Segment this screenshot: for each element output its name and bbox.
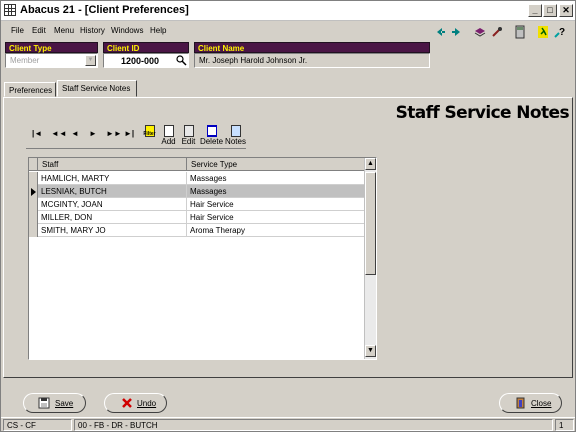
undo-x-icon [122, 398, 132, 408]
table-row[interactable]: LESNIAK, BUTCH Massages [29, 185, 365, 198]
staff-cell: MILLER, DON [38, 211, 187, 224]
notes-icon [230, 125, 241, 137]
edit-label: Edit [181, 137, 196, 146]
client-id-label: Client ID [103, 42, 189, 53]
delete-icon [206, 125, 217, 137]
menu-help[interactable]: Help [150, 26, 166, 35]
service-cell: Hair Service [190, 200, 234, 209]
exit-door-icon [516, 397, 525, 409]
tab-preferences[interactable]: Preferences [4, 82, 56, 97]
service-cell: Aroma Therapy [190, 226, 245, 235]
client-type-field[interactable]: Member ▼ [5, 53, 98, 68]
column-header-service-type[interactable]: Service Type [187, 158, 365, 171]
menu-edit[interactable]: Edit [32, 26, 46, 35]
client-name-value: Mr. Joseph Harold Johnson Jr. [199, 56, 308, 65]
exit-runner-icon[interactable] [536, 25, 550, 39]
staff-service-notes-panel: Staff Service Notes |◄ ◄◄ ◄ ► ►► ►| Filt… [3, 97, 573, 378]
add-document-icon [163, 125, 174, 137]
row-marker [29, 224, 38, 237]
save-disk-icon [38, 397, 50, 409]
edit-button[interactable]: Edit [176, 125, 201, 149]
vertical-scrollbar[interactable]: ▲ ▼ [364, 158, 376, 359]
scroll-up-button[interactable]: ▲ [365, 158, 376, 170]
notes-label: Notes [225, 137, 246, 146]
menu-windows[interactable]: Windows [111, 26, 143, 35]
menu-file[interactable]: File [11, 26, 24, 35]
prev-page-button[interactable]: ◄◄ [51, 129, 67, 138]
table-row[interactable]: SMITH, MARY JO Aroma Therapy [29, 224, 365, 237]
service-cell: Hair Service [190, 213, 234, 222]
window-title: Abacus 21 - [Client Preferences] [20, 4, 189, 16]
undo-label: Undo [137, 399, 157, 408]
column-header-staff[interactable]: Staff [38, 158, 187, 171]
client-id-field[interactable]: 1200-000 [103, 53, 189, 68]
maximize-button[interactable]: □ [543, 4, 557, 17]
scroll-down-button[interactable]: ▼ [365, 345, 376, 357]
row-marker [29, 198, 38, 211]
status-right: 1 [555, 419, 574, 431]
record-navigator: |◄ ◄◄ ◄ ► ►► ►| Filter Add Edit Delete N… [26, 125, 246, 149]
notes-button[interactable]: Notes [223, 125, 248, 149]
book-icon[interactable] [473, 25, 487, 39]
table-row[interactable]: MCGINTY, JOAN Hair Service [29, 198, 365, 211]
next-record-button[interactable]: ► [89, 129, 97, 138]
first-record-button[interactable]: |◄ [32, 129, 42, 138]
minimize-button[interactable]: _ [528, 4, 542, 17]
page-title: Staff Service Notes [395, 103, 570, 123]
status-bar: CS - CF 00 - FB - DR - BUTCH 1 [1, 417, 575, 431]
menu-history[interactable]: History [80, 26, 105, 35]
row-marker [29, 211, 38, 224]
menu-bar: File Edit Menu History Windows Help ? [1, 22, 575, 41]
staff-cell: MCGINTY, JOAN [38, 198, 187, 211]
grid-header: Staff Service Type [29, 158, 365, 171]
title-bar: Abacus 21 - [Client Preferences] _ □ ✕ [1, 1, 575, 21]
client-type-label: Client Type [5, 42, 98, 53]
client-name-label: Client Name [194, 42, 430, 53]
next-page-button[interactable]: ►► [106, 129, 122, 138]
close-window-button[interactable]: ✕ [559, 4, 573, 17]
tab-staff-service-notes[interactable]: Staff Service Notes [57, 80, 137, 97]
scroll-thumb[interactable] [365, 172, 376, 275]
edit-document-icon [183, 125, 194, 137]
status-left: CS - CF [3, 419, 72, 431]
staff-service-grid[interactable]: Staff Service Type HAMLICH, MARTY Massag… [28, 157, 377, 360]
status-middle: 00 - FB - DR - BUTCH [74, 419, 553, 431]
app-window: Abacus 21 - [Client Preferences] _ □ ✕ F… [0, 0, 576, 432]
row-selector-arrow-icon [29, 185, 38, 198]
grid-corner [29, 158, 38, 171]
table-row[interactable]: HAMLICH, MARTY Massages [29, 172, 365, 185]
table-row[interactable]: MILLER, DON Hair Service [29, 211, 365, 224]
service-cell: Massages [190, 174, 227, 183]
back-arrow-icon[interactable] [433, 25, 447, 39]
prev-record-button[interactable]: ◄ [71, 129, 79, 138]
delete-label: Delete [199, 137, 224, 146]
chevron-down-icon[interactable]: ▼ [85, 55, 96, 66]
tools-icon[interactable] [490, 25, 504, 39]
close-label: Close [531, 399, 552, 408]
last-record-button[interactable]: ►| [124, 129, 134, 138]
staff-cell: LESNIAK, BUTCH [38, 185, 187, 198]
row-marker [29, 172, 38, 185]
staff-cell: SMITH, MARY JO [38, 224, 187, 237]
staff-cell: HAMLICH, MARTY [38, 172, 187, 185]
menu-menu[interactable]: Menu [54, 26, 74, 35]
client-name-field: Mr. Joseph Harold Johnson Jr. [194, 53, 430, 68]
client-type-value: Member [10, 56, 40, 65]
search-icon[interactable] [175, 54, 187, 66]
service-cell: Massages [190, 187, 227, 196]
save-label: Save [55, 399, 74, 408]
help-question-icon[interactable]: ? [553, 25, 567, 39]
close-button[interactable]: Close [499, 393, 562, 413]
delete-button[interactable]: Delete [199, 125, 224, 149]
undo-button[interactable]: Undo [104, 393, 167, 413]
app-grid-icon [4, 4, 16, 16]
calculator-icon[interactable] [513, 25, 527, 39]
save-button[interactable]: Save [23, 393, 86, 413]
svg-text:?: ? [559, 27, 565, 38]
client-id-value: 1200-000 [120, 56, 160, 66]
forward-arrow-icon[interactable] [450, 25, 464, 39]
